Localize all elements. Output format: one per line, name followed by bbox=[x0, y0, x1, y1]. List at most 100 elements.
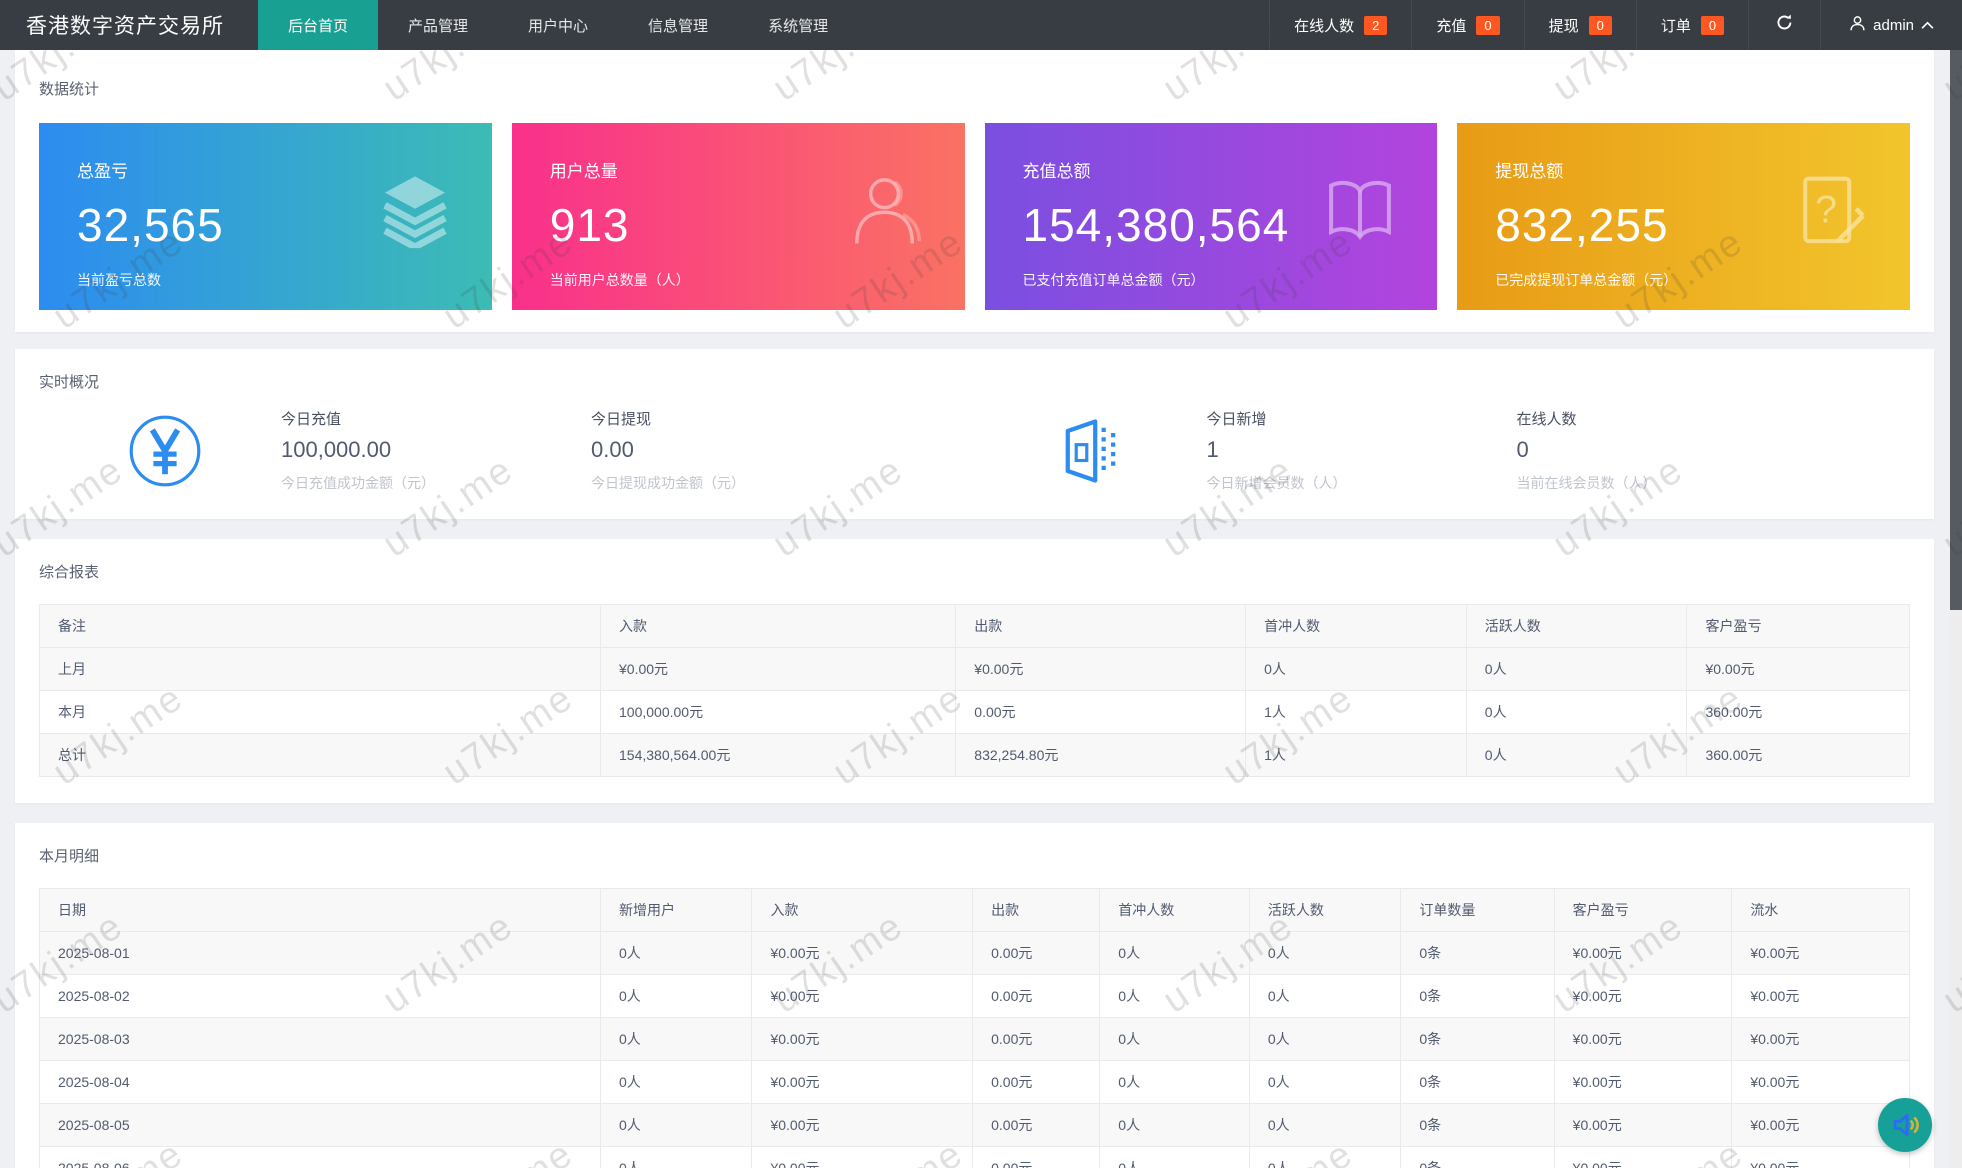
table-row[interactable]: 2025-08-04 0人 ¥0.00元 0.00元 0人 0人 0条 ¥0.0… bbox=[39, 1060, 1910, 1104]
monthly-table-body: 2025-08-01 0人 ¥0.00元 0.00元 0人 0人 0条 ¥0.0… bbox=[39, 931, 1910, 1168]
column-header: 新增用户 bbox=[599, 888, 753, 932]
cell-payout: 0.00元 bbox=[955, 690, 1247, 734]
cell-order-count: 0条 bbox=[1400, 1060, 1555, 1104]
stats-panel-title: 数据统计 bbox=[39, 81, 100, 98]
table-row[interactable]: 2025-08-05 0人 ¥0.00元 0.00元 0人 0人 0条 ¥0.0… bbox=[39, 1103, 1910, 1147]
cell-first-recharge-users: 0人 bbox=[1099, 974, 1250, 1018]
column-header: 首冲人数 bbox=[1245, 604, 1467, 648]
cell-payout: 0.00元 bbox=[972, 1060, 1101, 1104]
cell-first-recharge-users: 0人 bbox=[1099, 1060, 1250, 1104]
cell-customer-pnl: 360.00元 bbox=[1686, 733, 1910, 777]
nav-status-recharge[interactable]: 充值 0 bbox=[1411, 0, 1523, 50]
stat-caption: 今日新增会员数（人） bbox=[1206, 475, 1347, 491]
monthly-header-row: 日期 新增用户 入款 出款 首冲人数 活跃人数 订单数量 客户盈亏 流水 bbox=[39, 888, 1910, 932]
cell-remark: 上月 bbox=[39, 647, 601, 691]
cell-payout: 0.00元 bbox=[972, 1146, 1101, 1168]
summary-report-panel: 综合报表 备注 入款 出款 首冲人数 活跃人数 客户盈亏 上月 ¥0.00元 ¥0.00元 bbox=[15, 539, 1934, 803]
user-icon bbox=[1849, 15, 1866, 36]
column-header: 日期 bbox=[39, 888, 601, 932]
yen-circle-icon bbox=[127, 413, 203, 489]
cell-first-recharge-users: 0人 bbox=[1099, 1146, 1250, 1168]
column-header: 流水 bbox=[1731, 888, 1910, 932]
column-header: 入款 bbox=[599, 604, 957, 648]
stat-card-total-profit: 总盈亏 32,565 当前盈亏总数 bbox=[39, 123, 492, 310]
nav-status-orders-label: 订单 bbox=[1660, 17, 1691, 35]
summary-report-title: 综合报表 bbox=[39, 564, 100, 581]
floating-sound-button[interactable] bbox=[1878, 1098, 1932, 1152]
nav-status-orders[interactable]: 订单 0 bbox=[1635, 0, 1748, 50]
refresh-button[interactable] bbox=[1748, 0, 1820, 50]
stat-caption: 今日提现成功金额（元） bbox=[591, 475, 745, 491]
nav-item-system[interactable]: 系统管理 bbox=[738, 0, 858, 50]
cell-active-users: 0人 bbox=[1248, 1103, 1402, 1147]
cell-turnover: ¥0.00元 bbox=[1731, 931, 1910, 975]
nav-item-home[interactable]: 后台首页 bbox=[258, 0, 379, 50]
nav-item-products[interactable]: 产品管理 bbox=[378, 0, 498, 50]
column-header: 出款 bbox=[955, 604, 1247, 648]
cell-first-recharge-users: 1人 bbox=[1245, 690, 1467, 734]
cell-new-users: 0人 bbox=[599, 931, 753, 975]
nav-status-online[interactable]: 在线人数 2 bbox=[1269, 0, 1411, 50]
table-row[interactable]: 总计 154,380,564.00元 832,254.80元 1人 0人 360… bbox=[39, 733, 1910, 777]
user-silhouette-icon bbox=[851, 174, 925, 248]
cell-active-users: 0人 bbox=[1248, 1017, 1402, 1061]
table-row[interactable]: 2025-08-06 0人 ¥0.00元 0.00元 0人 0人 0条 ¥0.0… bbox=[39, 1146, 1910, 1168]
stat-label: 今日提现 bbox=[591, 411, 652, 428]
brand-title: 香港数字资产交易所 bbox=[26, 15, 224, 38]
realtime-group-money: 今日充值 100,000.00 今日充值成功金额（元） 今日提现 0.00 今日… bbox=[39, 408, 975, 493]
table-row[interactable]: 2025-08-03 0人 ¥0.00元 0.00元 0人 0人 0条 ¥0.0… bbox=[39, 1017, 1910, 1061]
cell-customer-pnl: ¥0.00元 bbox=[1553, 1146, 1733, 1168]
vertical-scrollbar-thumb[interactable] bbox=[1950, 50, 1962, 610]
cell-first-recharge-users: 0人 bbox=[1245, 647, 1467, 691]
column-header: 活跃人数 bbox=[1248, 888, 1402, 932]
online-count-badge: 2 bbox=[1364, 15, 1388, 35]
realtime-panel: 实时概况 今日充值 100,000.00 今日充值成功金额（元） 今日提现 0.… bbox=[15, 349, 1934, 519]
cell-deposit: ¥0.00元 bbox=[751, 1017, 974, 1061]
cell-payout: ¥0.00元 bbox=[955, 647, 1247, 691]
cell-deposit: ¥0.00元 bbox=[751, 974, 974, 1018]
nav-item-users[interactable]: 用户中心 bbox=[498, 0, 618, 50]
cell-new-users: 0人 bbox=[599, 1060, 753, 1104]
stat-value: 100,000.00 bbox=[281, 437, 392, 462]
cell-date: 2025-08-04 bbox=[39, 1060, 601, 1104]
cell-active-users: 0人 bbox=[1465, 733, 1688, 777]
cell-deposit: ¥0.00元 bbox=[751, 1060, 974, 1104]
stat-card-total-users: 用户总量 913 当前用户总数量（人） bbox=[511, 123, 965, 310]
cell-customer-pnl: ¥0.00元 bbox=[1553, 974, 1733, 1018]
cell-payout: 0.00元 bbox=[972, 1017, 1101, 1061]
cell-active-users: 0人 bbox=[1248, 931, 1402, 975]
recharge-count-badge: 0 bbox=[1476, 15, 1500, 35]
column-header: 备注 bbox=[39, 604, 601, 648]
realtime-group-members: 今日新增 1 今日新增会员数（人） 在线人数 0 当前在线会员数（人） bbox=[975, 408, 1911, 493]
card-caption: 已完成提现订单总金额（元） bbox=[1495, 272, 1678, 288]
cell-active-users: 0人 bbox=[1248, 1146, 1402, 1168]
table-row[interactable]: 2025-08-01 0人 ¥0.00元 0.00元 0人 0人 0条 ¥0.0… bbox=[39, 931, 1910, 975]
cell-date: 2025-08-03 bbox=[39, 1017, 601, 1061]
stat-value: 0.00 bbox=[591, 437, 634, 462]
realtime-panel-title: 实时概况 bbox=[39, 374, 100, 391]
vertical-scrollbar-track[interactable] bbox=[1950, 50, 1962, 1168]
table-row[interactable]: 2025-08-02 0人 ¥0.00元 0.00元 0人 0人 0条 ¥0.0… bbox=[39, 974, 1910, 1018]
cell-order-count: 0条 bbox=[1400, 1017, 1555, 1061]
summary-report-table: 备注 入款 出款 首冲人数 活跃人数 客户盈亏 上月 ¥0.00元 ¥0.00元 0人 0… bbox=[39, 604, 1910, 777]
nav-status-withdraw-label: 提现 bbox=[1548, 17, 1579, 35]
column-header: 出款 bbox=[972, 888, 1101, 932]
main-menu: 后台首页 产品管理 用户中心 信息管理 系统管理 bbox=[258, 0, 858, 50]
page-content: 数据统计 总盈亏 32,565 当前盈亏总数 用户总量 913 当前用户总数量（… bbox=[0, 50, 1950, 1168]
cell-new-users: 0人 bbox=[599, 1103, 753, 1147]
nav-item-info[interactable]: 信息管理 bbox=[618, 0, 738, 50]
cell-order-count: 0条 bbox=[1400, 974, 1555, 1018]
table-row[interactable]: 本月 100,000.00元 0.00元 1人 0人 360.00元 bbox=[39, 690, 1910, 734]
user-menu[interactable]: admin bbox=[1820, 0, 1962, 50]
table-row[interactable]: 上月 ¥0.00元 ¥0.00元 0人 0人 ¥0.00元 bbox=[39, 647, 1910, 691]
card-caption: 已支付充值订单总金额（元） bbox=[1022, 272, 1205, 288]
monthly-detail-title: 本月明细 bbox=[39, 848, 100, 865]
cell-new-users: 0人 bbox=[599, 1017, 753, 1061]
cell-payout: 832,254.80元 bbox=[955, 733, 1247, 777]
speaker-icon bbox=[1888, 1108, 1922, 1142]
cell-date: 2025-08-05 bbox=[39, 1103, 601, 1147]
column-header: 客户盈亏 bbox=[1686, 604, 1910, 648]
top-nav: 香港数字资产交易所 后台首页 产品管理 用户中心 信息管理 系统管理 在线人数 … bbox=[0, 0, 1962, 50]
nav-status-withdraw[interactable]: 提现 0 bbox=[1523, 0, 1636, 50]
cell-remark: 总计 bbox=[39, 733, 601, 777]
